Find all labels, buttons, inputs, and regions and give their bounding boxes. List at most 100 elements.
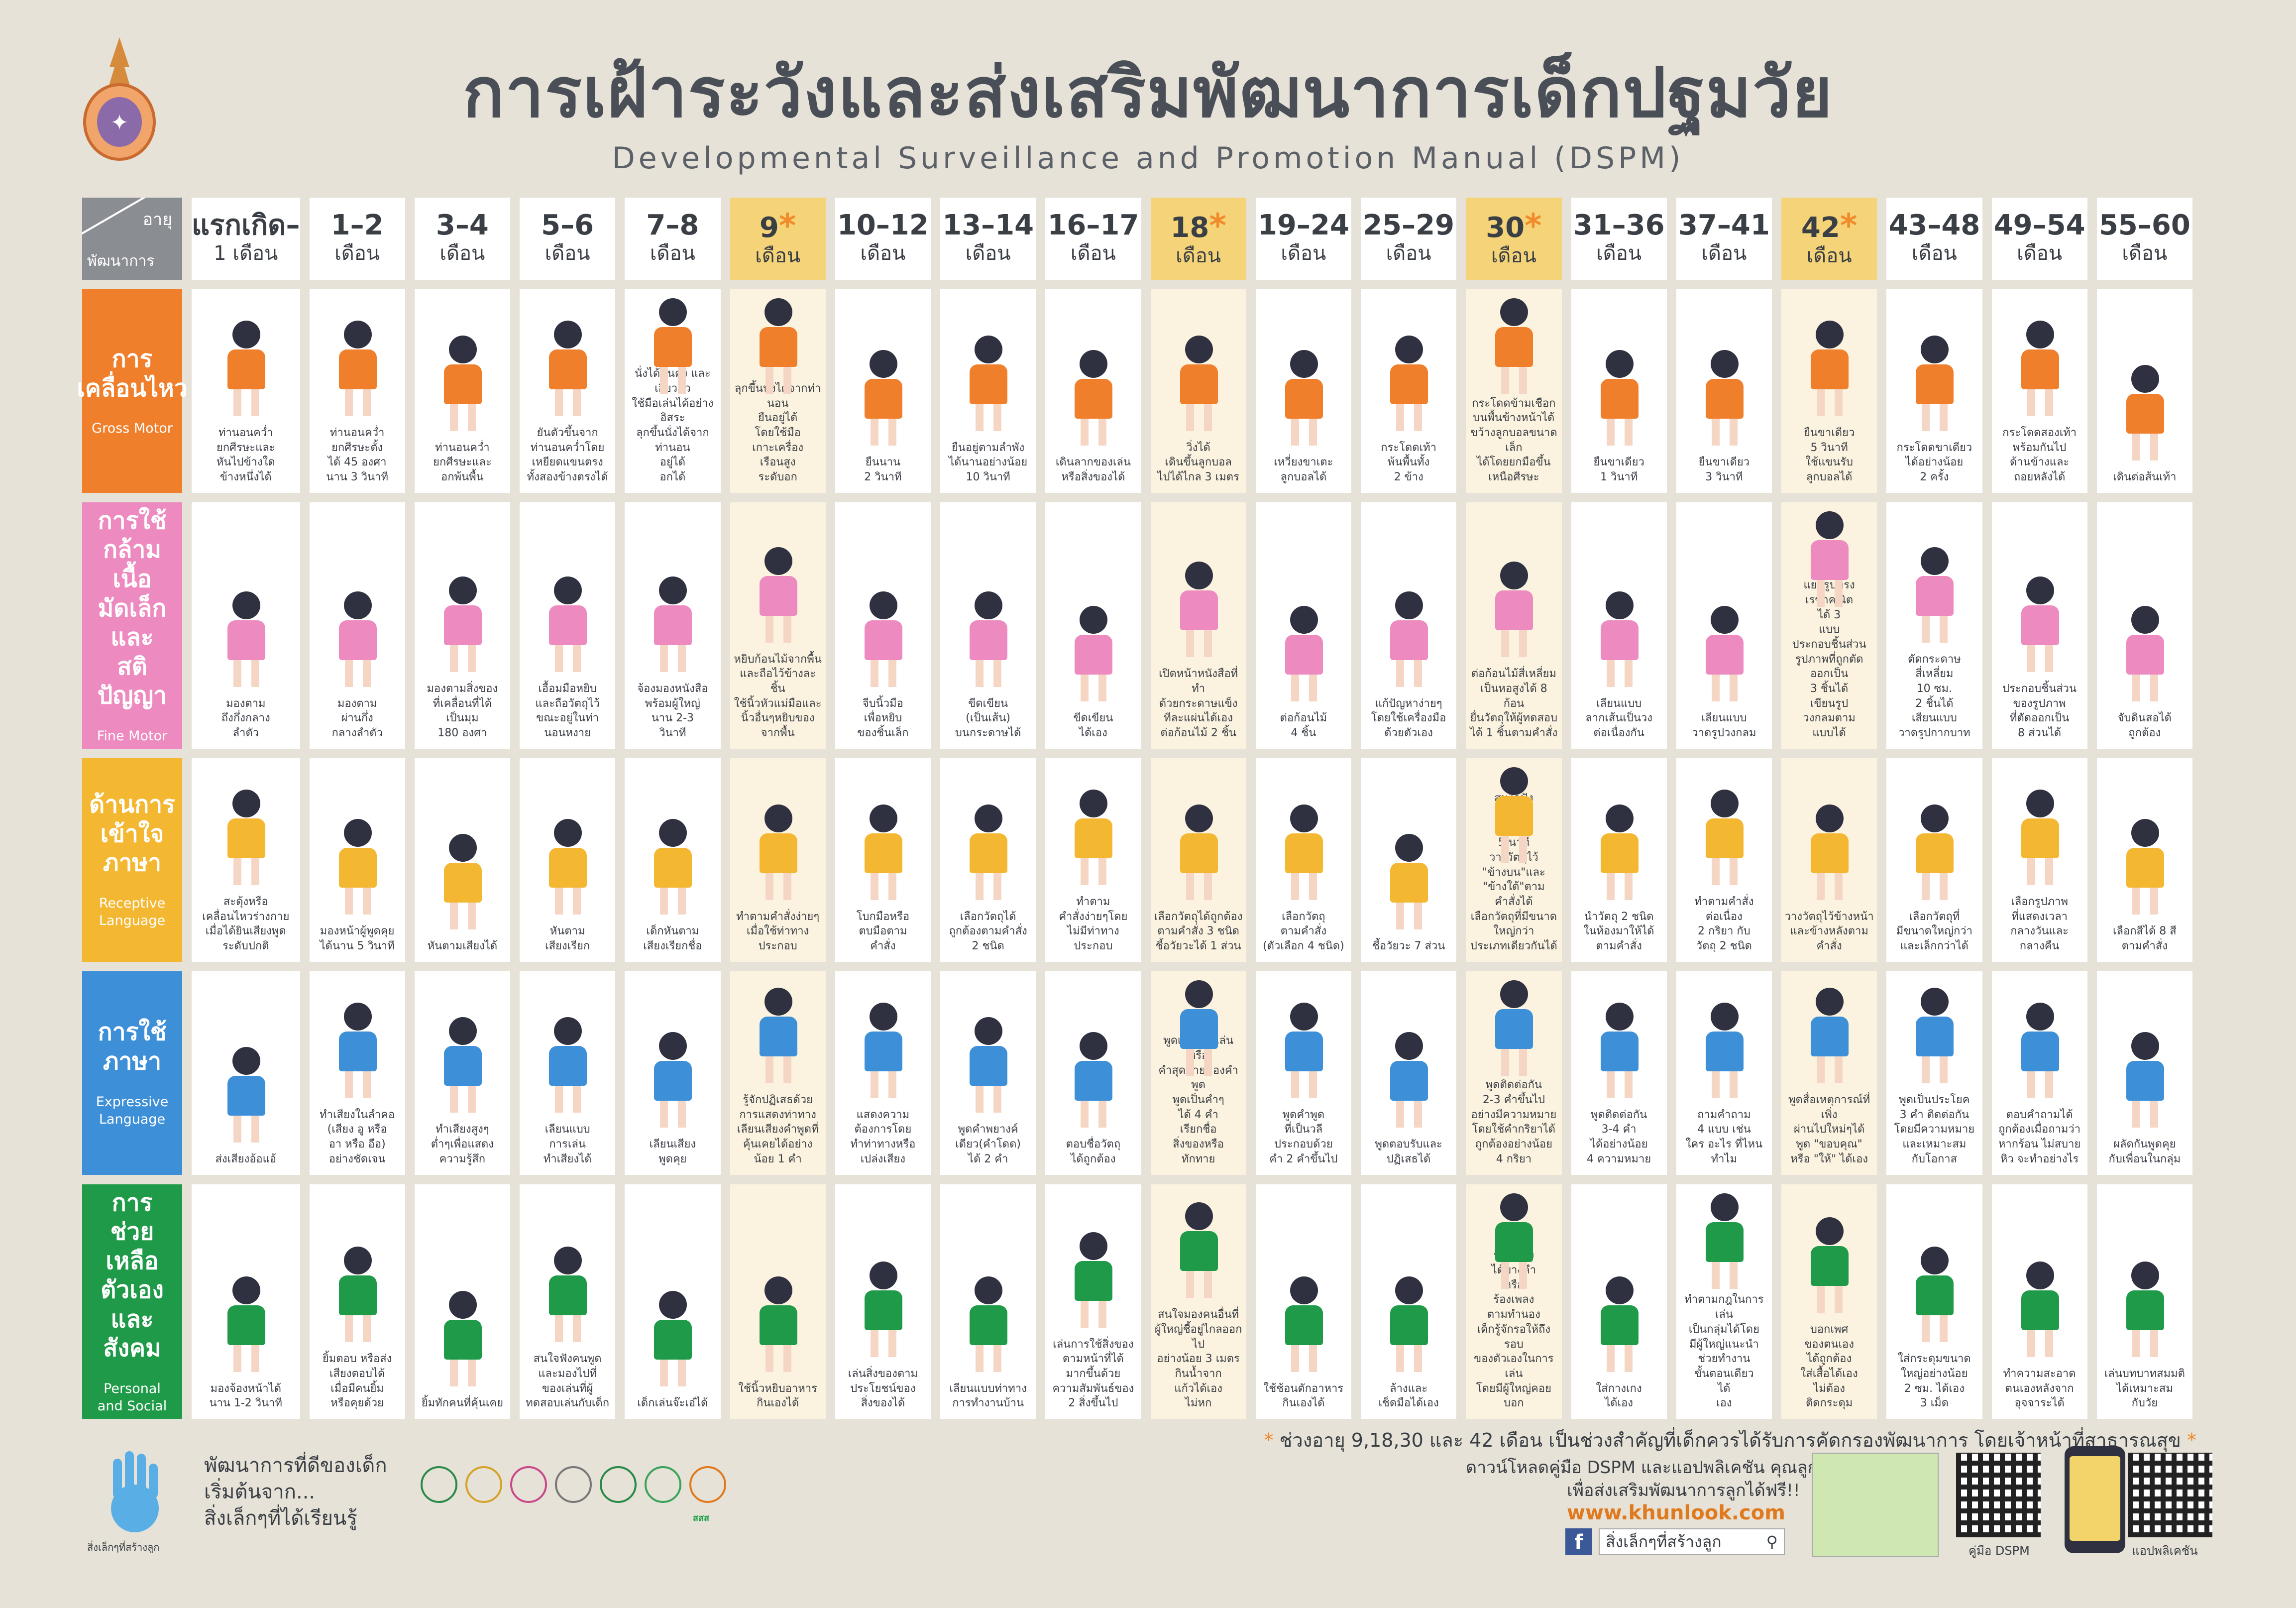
child-shirt [864, 1031, 902, 1071]
milestone-text: ล้างและ เช็ดมือได้เอง [1378, 1382, 1439, 1410]
qr-code-app[interactable] [2128, 1453, 2212, 1537]
milestone-cell: ทำเสียงในลำคอ (เสียง อู หรือ อา หรือ อือ… [309, 971, 405, 1175]
child-head [869, 591, 897, 619]
child-head [869, 1261, 897, 1289]
child-illustration [209, 786, 283, 888]
milestone-cell: ขีดเขียน (เป็นเส้น) บนกระดาษได้ [940, 502, 1036, 749]
age-range: 42* [1801, 209, 1857, 243]
child-head [1921, 335, 1949, 363]
child-head [1921, 547, 1949, 575]
milestone-cell: เลียนแบบ การเล่น ทำเสียงได้ [520, 971, 616, 1175]
milestone-cell: เลือกวัตถุได้ ถูกต้องตามคำสั่ง 2 ชนิด [940, 758, 1036, 962]
milestone-cell: วิ่งได้ เดินขึ้นลูกบอล ไปได้ไกล 3 เมตร [1150, 289, 1246, 493]
milestone-text: เอื้อมมือหยิบ และถือวัตถุไว้ ขณะอยู่ในท่… [535, 683, 600, 740]
child-head [975, 804, 1003, 832]
child-illustration [1056, 602, 1130, 704]
child-shirt [1811, 1246, 1849, 1286]
child-legs [1606, 1345, 1633, 1372]
facebook-search-box[interactable]: สิ่งเล็กๆที่สร้างลูก ⚲ [1599, 1528, 1785, 1555]
qr-code-dspm[interactable] [1956, 1453, 2041, 1537]
age-range: 55–60 [2099, 211, 2190, 240]
child-head [975, 591, 1003, 619]
child-shirt [338, 1031, 377, 1071]
website-link[interactable]: www.khunlook.com [1567, 1501, 1785, 1524]
child-legs [555, 645, 581, 673]
child-legs [233, 660, 259, 687]
child-illustration [1371, 830, 1446, 932]
age-header-12: 30* เดือน [1466, 198, 1562, 280]
milestone-cell: เลือกสีได้ 8 สี ตามคำสั่ง [2096, 758, 2192, 962]
child-head [1185, 335, 1213, 363]
child-head [1080, 1232, 1108, 1260]
milestone-text: ยันตัวขึ้นจาก ท่านอนคว่ำโดย เหยียดแขนตรง… [527, 427, 608, 484]
child-legs [1291, 1345, 1317, 1372]
milestone-text: ใช้นิ้วหยิบอาหาร กินเองได้ [738, 1382, 817, 1410]
milestone-text: ทำตามคำสั่ง ต่อเนื่อง 2 กริยา กับ วัตถุ … [1694, 895, 1754, 952]
milestone-cell: พูดคำพยางค์ เดียว(คำโดด) ได้ 2 คำ [940, 971, 1036, 1175]
child-illustration [846, 1258, 920, 1360]
child-legs [1081, 419, 1107, 446]
milestone-text: เลือกรูปภาพ ที่แสดงเวลา กลางวันและ กลางค… [2010, 895, 2069, 952]
milestone-text: เด็กหันตาม เสียงเรียกชื่อ [643, 925, 702, 952]
child-head [1080, 1032, 1108, 1060]
age-range: 49–54 [1994, 211, 2085, 240]
education-logo [600, 1466, 637, 1503]
milestone-text: ใส่กางเกง ได้เอง [1596, 1382, 1642, 1410]
child-illustration [209, 1272, 283, 1375]
child-head [975, 1017, 1003, 1045]
milestone-text: ท่านอนคว่ำ ยกศีรษะตั้ง ได้ 45 องศา นาน 3… [326, 427, 388, 484]
child-head [1185, 1202, 1213, 1231]
child-head [869, 350, 897, 378]
milestone-cell: พูดเลียนคำเล่นหรือ คำสุดท้ายของคำพูด พูด… [1150, 971, 1246, 1175]
child-illustration [635, 815, 710, 917]
child-shirt [1075, 379, 1113, 419]
milestone-cell: ยิ้มทักคนที่คุ้นเคย [414, 1184, 510, 1419]
child-head [2026, 1002, 2054, 1031]
milestone-cell: ยืนอยู่ตามลำพัง ได้นานอย่างน้อย 10 วินาท… [940, 289, 1036, 493]
milestone-text: ลุกขึ้นนั่งได้จากท่านอน ยืนอยู่ได้ โดยใช… [734, 382, 821, 484]
child-legs [555, 1315, 581, 1343]
milestone-text: หยิบก้อนไม้จากพื้น และถือไว้ข้างละชิ้น ใ… [734, 653, 822, 740]
age-unit: เดือน [1386, 241, 1431, 265]
child-head [1816, 321, 1844, 349]
milestone-cell: ร้องเพลง ได้บางคำ หรือ ร้องเพลง ตามทำนอง… [1466, 1184, 1562, 1419]
age-range: 18* [1170, 209, 1226, 243]
child-illustration [2107, 815, 2182, 917]
child-shirt [1285, 1031, 1323, 1071]
milestone-text: ประกอบชิ้นส่วน ของรูปภาพ ที่ตัดออกเป็น 8… [2002, 683, 2077, 740]
child-illustration [1897, 984, 1971, 1086]
milestone-cell: แยกรูปทรง เรขาคณิต ได้ 3 แบบ ประกอบชิ้นส… [1781, 502, 1877, 749]
child-illustration [846, 587, 920, 689]
child-shirt [2021, 349, 2059, 390]
age-range: 9* [760, 209, 796, 243]
milestone-cell: แสดงความ ต้องการโดย ทำท่าทางหรือ เปล่งเส… [835, 971, 931, 1175]
child-illustration [1792, 1213, 1866, 1315]
child-legs [1501, 630, 1528, 658]
child-shirt [2126, 848, 2164, 888]
child-illustration [425, 1013, 500, 1115]
child-shirt [227, 620, 265, 660]
child-head [1080, 350, 1108, 378]
milestone-text: ท่านอนคว่ำ ยกศีรษะและ อกพ้นพื้น [433, 441, 492, 484]
milestone-cell: มองจ้องหน้าได้ นาน 1-2 วินาที [192, 1184, 300, 1419]
hospital-logo [645, 1466, 681, 1503]
child-head [2131, 819, 2159, 847]
milestone-text: เลียนแบบท่าทาง การทำงานบ้าน [949, 1382, 1027, 1410]
milestone-text: เล่นสิ่งของตาม ประโยชน์ของ สิ่งของได้ [848, 1367, 918, 1410]
child-shirt [2126, 394, 2164, 434]
facebook-icon[interactable]: f [1565, 1528, 1592, 1555]
child-legs [1922, 404, 1948, 431]
child-legs [344, 1315, 371, 1343]
child-legs [2132, 888, 2158, 915]
category-english: Fine Motor [97, 728, 168, 744]
milestone-cell: หันตาม เสียงเรียก [520, 758, 616, 962]
child-shirt [1811, 833, 1849, 873]
milestone-cell: สนใจฟังคนพูด และมองไปที่ ของเล่นที่ผู้ ท… [520, 1184, 616, 1419]
child-illustration [209, 1043, 283, 1145]
age-header-11: 25–29 เดือน [1361, 198, 1457, 280]
child-legs [1186, 1271, 1212, 1298]
child-illustration [2002, 786, 2077, 888]
child-head [343, 819, 372, 847]
milestone-cell: พูดตอบรับและ ปฏิเสธได้ [1361, 971, 1457, 1175]
child-shirt [2126, 1061, 2164, 1101]
